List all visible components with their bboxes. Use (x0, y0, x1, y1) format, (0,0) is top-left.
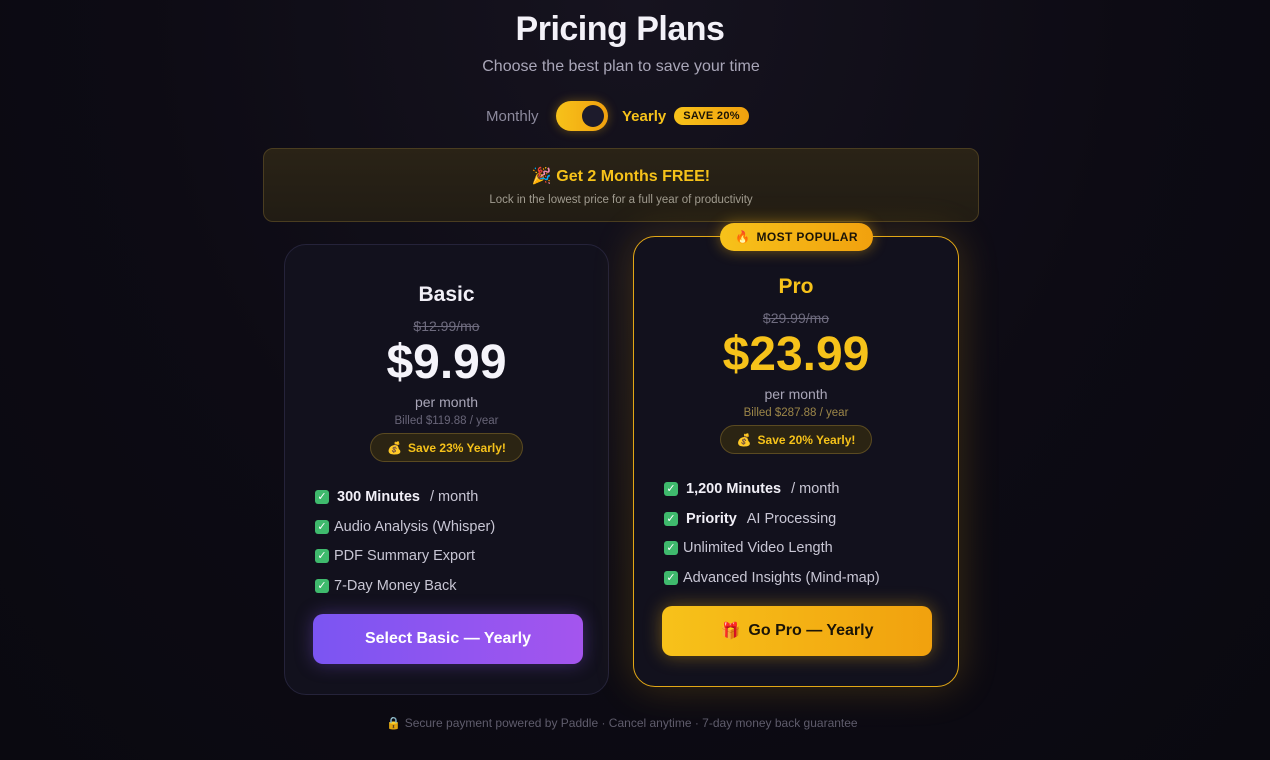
check-icon: ✓ (664, 511, 678, 526)
promo-subtitle: Lock in the lowest price for a full year… (489, 194, 753, 206)
plan-name: Pro (778, 275, 814, 298)
fire-icon: 🔥 (735, 230, 751, 244)
page-subtitle: Choose the best plan to save your time (482, 58, 760, 75)
lock-icon: 🔒 (386, 716, 402, 730)
feature-list: ✓ 1,200 Minutes / month ✓ Priority AI Pr… (634, 474, 958, 592)
promo-banner: 🎉 Get 2 Months FREE! Lock in the lowest … (263, 148, 979, 222)
feature-text: 7-Day Money Back (334, 577, 457, 594)
toggle-knob (582, 105, 604, 127)
most-popular-text: MOST POPULAR (756, 230, 858, 244)
feature-item: ✓ 7-Day Money Back (315, 571, 608, 601)
save-pill: 💰 Save 23% Yearly! (370, 433, 523, 463)
select-basic-button[interactable]: Select Basic — Yearly (313, 614, 583, 664)
old-price: $29.99/mo (762, 310, 830, 326)
most-popular-badge: 🔥 MOST POPULAR (720, 223, 873, 251)
pricing-page: Pricing Plans Choose the best plan to sa… (0, 0, 1270, 760)
feature-text: / month (430, 489, 479, 506)
feature-item: ✓ Audio Analysis (Whisper) (315, 512, 608, 542)
promo-title: 🎉 Get 2 Months FREE! (264, 166, 978, 186)
feature-strong: 300 Minutes (337, 489, 420, 506)
billed-yearly: Billed $287.88 / year (743, 407, 849, 420)
feature-text: AI Processing (746, 510, 837, 527)
gift-icon: 🎁 (720, 623, 741, 640)
check-icon: ✓ (664, 541, 678, 556)
promo-title-text: Get 2 Months FREE! (556, 168, 711, 185)
footer-text: Secure payment powered by Paddle · Cance… (404, 716, 858, 730)
price-period: per month (764, 386, 828, 403)
price: $9.99 (386, 336, 507, 389)
pro-plan-card: 🔥 MOST POPULAR Pro $29.99/mo $23.99 per … (633, 223, 959, 687)
feature-text: Audio Analysis (Whisper) (334, 518, 496, 535)
feature-item: ✓ Advanced Insights (Mind-map) (664, 563, 958, 593)
go-pro-button[interactable]: 🎁 Go Pro — Yearly (662, 606, 932, 656)
money-bag-icon: 💰 (736, 432, 752, 447)
go-pro-label: Go Pro — Yearly (748, 622, 874, 639)
monthly-label[interactable]: Monthly (486, 108, 556, 125)
check-icon: ✓ (315, 578, 329, 593)
check-icon: ✓ (315, 490, 329, 505)
feature-item: ✓ Unlimited Video Length (664, 533, 958, 563)
billed-yearly: Billed $119.88 / year (394, 415, 499, 428)
page-title: Pricing Plans (515, 10, 725, 48)
basic-plan-card: Basic $12.99/mo $9.99 per month Billed $… (284, 244, 609, 695)
feature-item: ✓ Priority AI Processing (664, 504, 958, 534)
money-bag-icon: 💰 (387, 440, 403, 455)
party-icon: 🎉 (531, 168, 552, 185)
feature-item: ✓ 1,200 Minutes / month (664, 474, 958, 504)
check-icon: ✓ (664, 570, 678, 585)
feature-list: ✓ 300 Minutes / month ✓ Audio Analysis (… (285, 482, 608, 600)
price-period: per month (414, 394, 479, 411)
feature-item: ✓ PDF Summary Export (315, 541, 608, 571)
feature-text: PDF Summary Export (334, 548, 475, 565)
feature-text: / month (791, 481, 840, 498)
old-price: $12.99/mo (413, 318, 480, 334)
save-badge: SAVE 20% (674, 107, 749, 125)
yearly-label[interactable]: Yearly (622, 108, 666, 125)
feature-item: ✓ 300 Minutes / month (315, 482, 608, 512)
price: $23.99 (722, 328, 870, 381)
feature-text: Unlimited Video Length (683, 540, 833, 557)
secure-payment-footer: 🔒 Secure payment powered by Paddle · Can… (0, 716, 1244, 730)
check-icon: ✓ (315, 549, 329, 564)
billing-toggle-switch[interactable] (556, 101, 608, 131)
feature-strong: Priority (686, 510, 737, 527)
feature-text: Advanced Insights (Mind-map) (683, 569, 880, 586)
plan-name: Basic (418, 283, 475, 306)
save-pill-text: Save 23% Yearly! (408, 440, 506, 455)
save-pill-text: Save 20% Yearly! (757, 432, 856, 447)
check-icon: ✓ (664, 482, 678, 497)
billing-toggle-row: Monthly Yearly SAVE 20% (486, 100, 749, 132)
save-pill: 💰 Save 20% Yearly! (719, 425, 873, 455)
check-icon: ✓ (315, 519, 329, 534)
feature-strong: 1,200 Minutes (686, 481, 782, 498)
